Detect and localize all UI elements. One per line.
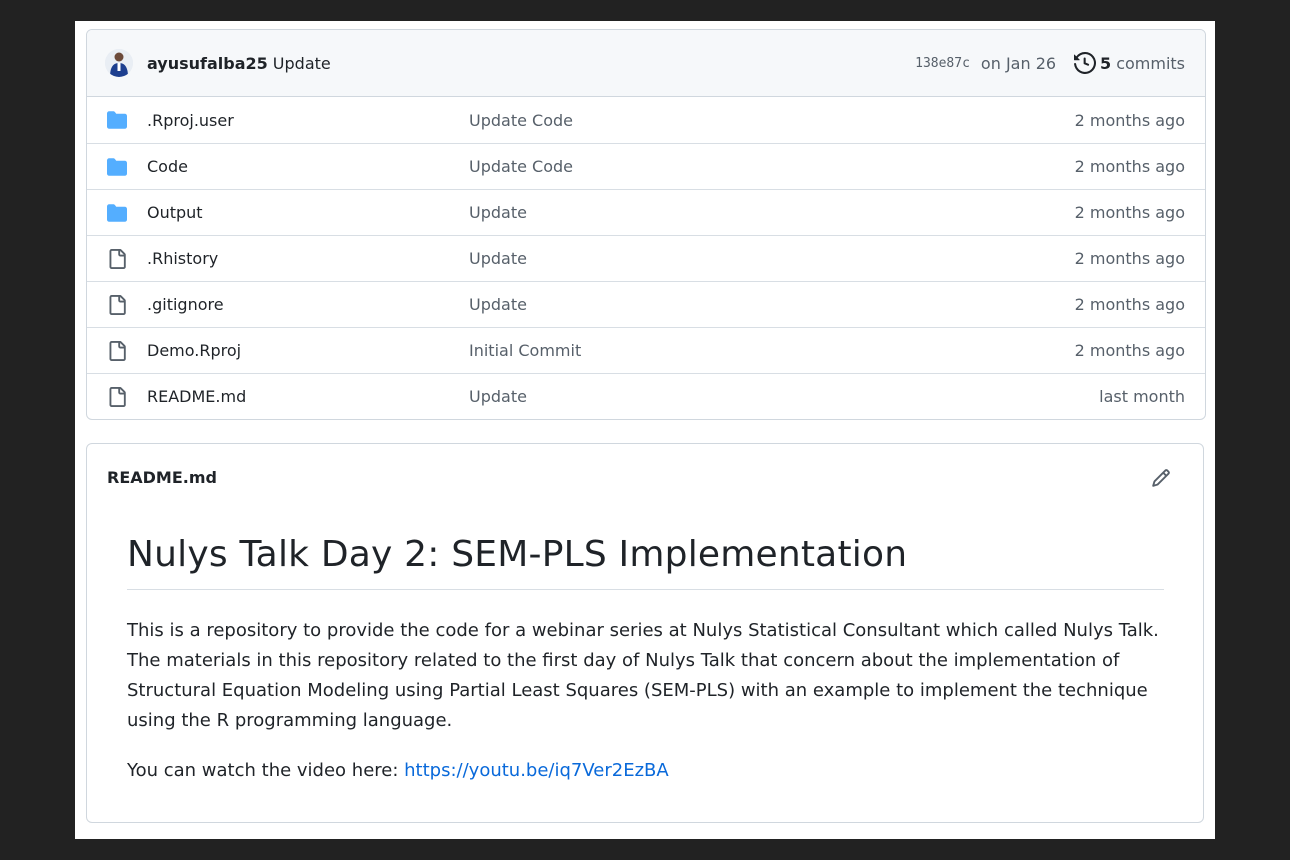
file-row[interactable]: .Rhistory Update 2 months ago (87, 235, 1205, 281)
readme-video-prefix: You can watch the video here: (127, 760, 405, 781)
pencil-icon[interactable] (1151, 468, 1171, 488)
commits-history-link[interactable]: 5 commits (1074, 52, 1185, 74)
commit-sha[interactable]: 138e87c (915, 56, 970, 71)
commit-message[interactable]: Update (273, 54, 331, 73)
file-name[interactable]: Code (147, 157, 188, 176)
file-date: 2 months ago (1074, 157, 1185, 176)
file-date: last month (1099, 387, 1185, 406)
history-icon (1074, 52, 1097, 74)
video-link[interactable]: https://youtu.be/iq7Ver2EzBA (404, 760, 669, 781)
file-icon (106, 340, 128, 362)
readme-filename: README.md (107, 468, 217, 487)
commit-count-label: commits (1116, 53, 1185, 73)
folder-icon (106, 202, 128, 224)
readme-title: Nulys Talk Day 2: SEM-PLS Implementation (127, 534, 1164, 590)
readme-video-line: You can watch the video here: https://yo… (127, 756, 669, 786)
file-date: 2 months ago (1074, 110, 1185, 130)
file-icon (106, 386, 128, 408)
file-icon (106, 248, 128, 270)
file-commit-message[interactable]: Initial Commit (469, 341, 581, 360)
file-name[interactable]: Demo.Rproj (147, 341, 241, 360)
file-name[interactable]: README.md (147, 387, 246, 406)
commit-date: on Jan 26 (980, 53, 1057, 73)
file-name[interactable]: .Rhistory (147, 249, 218, 268)
file-date: 2 months ago (1074, 249, 1185, 268)
file-list: .Rproj.user Update Code 2 months ago Code Up… (87, 97, 1205, 419)
file-commit-message[interactable]: Update (469, 387, 527, 406)
file-commit-message[interactable]: Update Code (469, 157, 573, 176)
file-date: 2 months ago (1074, 341, 1185, 360)
commit-author[interactable]: ayusufalba25 (147, 54, 268, 73)
file-commit-message[interactable]: Update (469, 203, 527, 222)
file-commit-message[interactable]: Update (469, 249, 527, 268)
file-commit-message[interactable]: Update (469, 295, 527, 314)
file-date: 2 months ago (1074, 203, 1185, 222)
file-name[interactable]: .gitignore (147, 295, 224, 314)
file-name[interactable]: Output (147, 203, 203, 222)
readme-panel: README.md Nulys Talk Day 2: SEM-PLS Impl… (86, 443, 1204, 823)
file-icon (106, 294, 128, 316)
folder-icon (106, 109, 128, 131)
file-browser: ayusufalba25 Update 138e87c on Jan 26 5 … (86, 29, 1206, 420)
folder-icon (106, 156, 128, 178)
file-row[interactable]: Code Update Code 2 months ago (87, 143, 1205, 189)
file-date: 2 months ago (1074, 295, 1185, 314)
file-row[interactable]: .gitignore Update 2 months ago (87, 281, 1205, 327)
file-name[interactable]: .Rproj.user (147, 111, 234, 130)
commit-count: 5 (1100, 53, 1112, 73)
file-commit-message[interactable]: Update Code (469, 111, 573, 130)
page: ayusufalba25 Update 138e87c on Jan 26 5 … (75, 21, 1215, 839)
file-row[interactable]: Output Update 2 months ago (87, 189, 1205, 235)
file-row[interactable]: .Rproj.user Update Code 2 months ago (87, 97, 1205, 143)
avatar[interactable] (105, 49, 133, 77)
file-row[interactable]: README.md Update last month (87, 373, 1205, 419)
latest-commit-bar: ayusufalba25 Update 138e87c on Jan 26 5 … (87, 30, 1205, 97)
readme-paragraph: This is a repository to provide the code… (127, 620, 1159, 731)
file-row[interactable]: Demo.Rproj Initial Commit 2 months ago (87, 327, 1205, 373)
